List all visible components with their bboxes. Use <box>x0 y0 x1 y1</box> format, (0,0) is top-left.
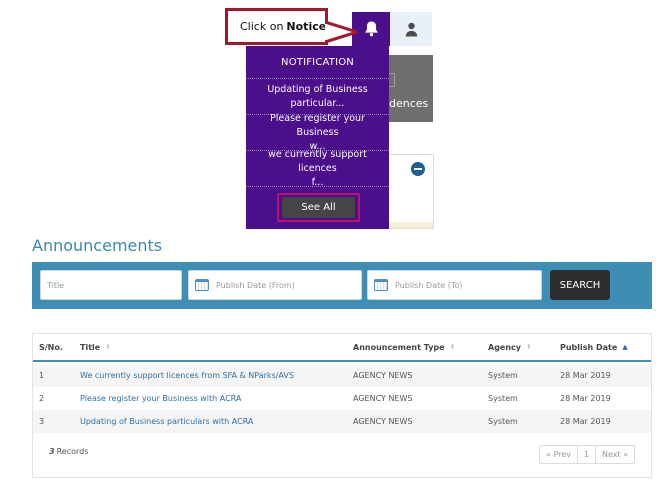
callout-arrow <box>325 21 358 44</box>
notification-title: NOTIFICATION <box>246 46 389 79</box>
table-row: 2 Please register your Business with ACR… <box>33 387 651 410</box>
sort-ascending-icon: ▲ <box>622 343 628 351</box>
notification-item[interactable]: Please register your Business w... <box>246 112 389 152</box>
notification-item-text: particular... <box>290 97 345 109</box>
notification-dropdown: NOTIFICATION Updating of Business particu… <box>246 46 389 229</box>
instruction-callout: Click on Notice <box>225 8 328 45</box>
row-number: 1 <box>39 371 45 380</box>
row-number: 3 <box>39 417 45 426</box>
prev-page-button[interactable]: « Prev <box>540 446 578 463</box>
date-from-placeholder: Publish Date (From) <box>216 280 295 290</box>
panel-strip <box>389 222 433 228</box>
records-count: 3 Records <box>49 447 88 456</box>
publish-date-from-input[interactable]: Publish Date (From) <box>188 270 362 300</box>
search-bar: Title Publish Date (From) Publish Date (… <box>32 262 652 309</box>
announcement-type: AGENCY NEWS <box>353 371 413 380</box>
card-fragment <box>389 73 395 87</box>
row-number: 2 <box>39 394 45 403</box>
publish-date: 28 Mar 2019 <box>560 394 611 403</box>
agency: System <box>488 371 518 380</box>
notification-item[interactable]: Updating of Business particular... <box>246 79 389 115</box>
notification-item-text: we currently support licences <box>268 148 367 174</box>
notification-item-text: Please register your Business <box>270 112 365 138</box>
collapse-icon[interactable] <box>411 162 425 176</box>
notification-item-text: Updating of Business <box>267 83 368 95</box>
background-card-text: dences <box>389 97 429 110</box>
column-announcement-type[interactable]: Announcement Type ⬍ <box>353 334 455 360</box>
date-to-placeholder: Publish Date (To) <box>395 280 463 290</box>
callout-text: Click on <box>240 20 284 33</box>
records-label: Records <box>56 447 89 456</box>
next-page-button[interactable]: Next » <box>596 446 634 463</box>
calendar-icon <box>374 279 388 291</box>
agency: System <box>488 417 518 426</box>
calendar-icon <box>195 279 209 291</box>
sort-icon: ⬍ <box>449 343 456 351</box>
background-card: dences <box>389 55 433 122</box>
background-panel <box>389 154 434 229</box>
table-header: S/No. Title ⬍ Announcement Type ⬍ Agency ⬍ … <box>33 334 651 362</box>
announcement-title-link[interactable]: Please register your Business with ACRA <box>80 387 241 410</box>
callout-emphasis: Notice <box>286 20 327 33</box>
publish-date: 28 Mar 2019 <box>560 417 611 426</box>
table-row: 3 Updating of Business particulars with … <box>33 410 651 433</box>
table-row: 1 We currently support licences from SFA… <box>33 364 651 387</box>
records-number: 3 <box>49 447 55 456</box>
bell-icon <box>364 21 378 37</box>
page-number-button[interactable]: 1 <box>578 446 596 463</box>
title-placeholder: Title <box>47 280 65 290</box>
announcement-type: AGENCY NEWS <box>353 394 413 403</box>
user-profile-button[interactable] <box>390 12 432 46</box>
page-title: Announcements <box>32 236 163 255</box>
column-publish-date[interactable]: Publish Date ▲ <box>560 334 628 360</box>
column-title[interactable]: Title ⬍ <box>80 334 111 360</box>
user-icon <box>405 22 417 36</box>
publish-date: 28 Mar 2019 <box>560 371 611 380</box>
publish-date-to-input[interactable]: Publish Date (To) <box>367 270 542 300</box>
notification-item-text: f... <box>311 176 324 188</box>
column-sno: S/No. <box>39 342 63 352</box>
announcements-table: S/No. Title ⬍ Announcement Type ⬍ Agency ⬍ … <box>32 333 652 478</box>
announcement-title-link[interactable]: We currently support licences from SFA &… <box>80 364 294 387</box>
search-button[interactable]: SEARCH <box>550 270 610 300</box>
title-search-input[interactable]: Title <box>40 270 182 300</box>
pagination: « Prev 1 Next » <box>539 445 636 464</box>
column-agency[interactable]: Agency ⬍ <box>488 334 532 360</box>
agency: System <box>488 394 518 403</box>
notification-item[interactable]: we currently support licences f... <box>246 148 389 188</box>
sort-icon: ⬍ <box>526 343 532 351</box>
announcement-title-link[interactable]: Updating of Business particulars with AC… <box>80 410 253 433</box>
announcement-type: AGENCY NEWS <box>353 417 413 426</box>
see-all-button[interactable]: See All <box>282 197 355 218</box>
sort-icon: ⬍ <box>105 343 112 351</box>
see-all-highlight: See All <box>277 193 360 222</box>
